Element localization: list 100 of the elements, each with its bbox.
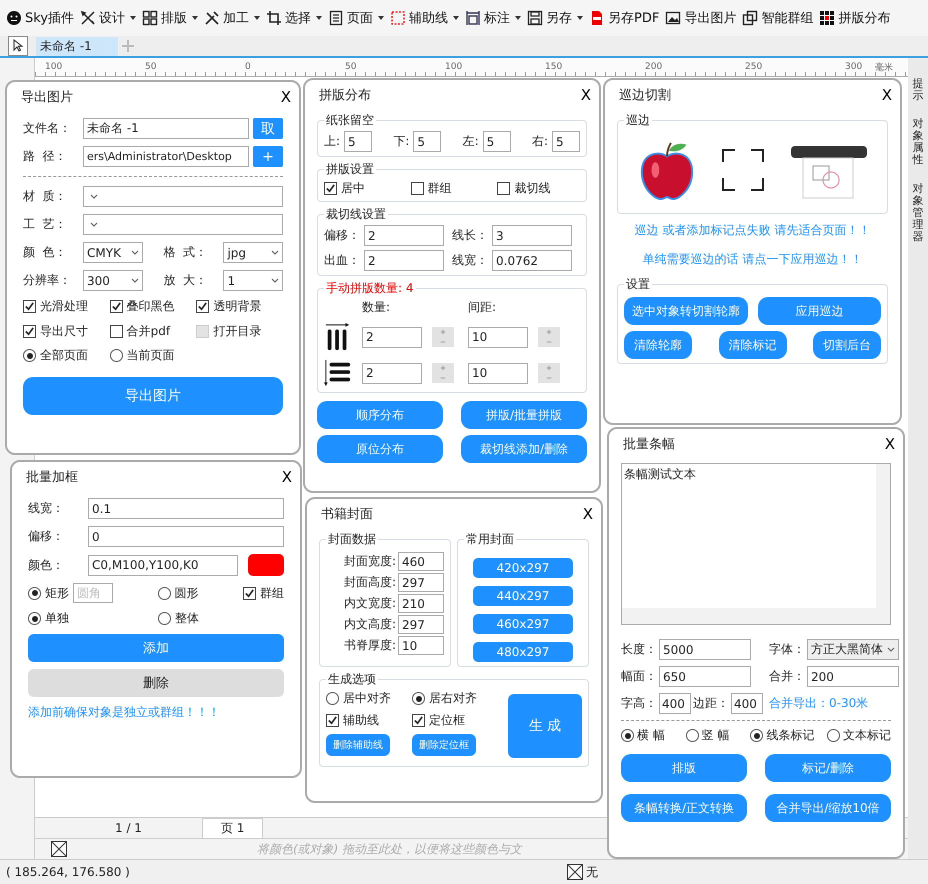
dropdown[interactable]: CMYK: [83, 242, 143, 263]
radio-button[interactable]: [750, 729, 764, 742]
chevron-icon: [271, 278, 280, 283]
group-title: 纸张留空: [325, 112, 375, 129]
input-field[interactable]: 650: [659, 666, 751, 687]
input-field[interactable]: 10: [468, 326, 528, 348]
input-field[interactable]: 5: [413, 131, 442, 152]
input-field[interactable]: 0.0762: [492, 250, 572, 271]
dropdown[interactable]: 1: [223, 270, 284, 291]
toolbar-button[interactable]: 设计: [80, 9, 136, 27]
close-button[interactable]: X: [582, 505, 593, 523]
caret-icon: [453, 16, 460, 20]
column-header: 间距:: [468, 299, 498, 316]
toolbar-button[interactable]: 排版: [142, 9, 198, 27]
toolbar-button[interactable]: 拼版分布: [819, 9, 890, 27]
radio-button[interactable]: [110, 349, 123, 362]
toolbar-button[interactable]: 辅助线: [390, 9, 460, 27]
checkbox[interactable]: [243, 586, 256, 600]
document-tab[interactable]: 未命名 -1: [36, 36, 118, 56]
radio-button[interactable]: [158, 586, 170, 600]
toolbar-button[interactable]: 另存: [527, 9, 584, 27]
checkbox-label: 透明背景: [213, 298, 262, 315]
checkbox[interactable]: [410, 182, 424, 195]
input-field[interactable]: 未命名 -1: [83, 118, 249, 139]
radio-button[interactable]: [621, 729, 634, 742]
input-field[interactable]: 5: [344, 131, 372, 152]
chevron-icon: [90, 194, 98, 199]
input-field[interactable]: 10: [398, 636, 444, 655]
checkbox[interactable]: [23, 300, 36, 313]
ruler-label: 0: [245, 62, 252, 72]
input-field[interactable]: 297: [398, 615, 444, 634]
radio-button[interactable]: [326, 692, 339, 705]
radio-button[interactable]: [28, 586, 41, 600]
input-field[interactable]: 460: [398, 552, 444, 571]
field-label: 出血：: [324, 252, 360, 269]
close-button[interactable]: X: [580, 86, 591, 104]
field-label: 线长：: [452, 227, 488, 244]
input-field[interactable]: 5000: [659, 639, 751, 660]
radio-button[interactable]: [686, 729, 699, 742]
panel-title: 批量条幅: [623, 436, 675, 453]
color-swatch[interactable]: [248, 554, 284, 576]
checkbox[interactable]: [196, 300, 210, 313]
vertical-scrollbar[interactable]: [876, 464, 890, 608]
input-field[interactable]: 2: [362, 362, 422, 384]
input-field[interactable]: 10: [468, 362, 528, 384]
field-label: 书脊厚度:: [344, 637, 396, 654]
toolbar-button[interactable]: 页面: [328, 9, 384, 27]
radio-button[interactable]: [412, 692, 425, 705]
checkbox[interactable]: [497, 182, 510, 195]
radio-button[interactable]: [827, 729, 840, 742]
input-field[interactable]: 3: [492, 225, 572, 246]
radio-button[interactable]: [158, 612, 171, 625]
text-area[interactable]: 条幅测试文本: [621, 463, 891, 625]
input-field[interactable]: 297: [398, 573, 444, 592]
pick-tool-icon[interactable]: [8, 36, 28, 56]
toolbar-button[interactable]: 选择: [266, 9, 322, 27]
toolbar-button[interactable]: 另存PDF: [589, 9, 660, 27]
checkbox[interactable]: [110, 300, 123, 313]
input-field[interactable]: 2: [364, 225, 444, 246]
input-field[interactable]: 400: [731, 693, 763, 714]
horizontal-scrollbar[interactable]: [622, 608, 890, 624]
docker-tab[interactable]: 对象管理器: [912, 182, 924, 244]
dropdown[interactable]: jpg: [223, 242, 284, 263]
checkbox[interactable]: [412, 714, 425, 727]
checkbox[interactable]: [110, 325, 123, 338]
input-field[interactable]: 200: [807, 666, 899, 687]
radio-button[interactable]: [23, 349, 36, 362]
checkbox[interactable]: [326, 714, 339, 727]
toolbar-button[interactable]: 加工: [204, 9, 260, 27]
input-field[interactable]: 2: [364, 250, 444, 271]
page-icon: [328, 10, 344, 26]
dropdown[interactable]: 300: [83, 270, 143, 291]
checkbox[interactable]: [324, 182, 337, 195]
radio-label: 居中对齐: [343, 690, 391, 707]
close-button[interactable]: X: [280, 88, 291, 106]
radio-button[interactable]: [28, 612, 41, 625]
dropdown[interactable]: 方正大黑简体: [807, 639, 899, 660]
input-field[interactable]: ers\Administrator\Desktop: [83, 146, 249, 167]
input-field[interactable]: 0.1: [88, 498, 284, 519]
docker-tab[interactable]: 提示: [912, 78, 924, 102]
page-tab[interactable]: 页 1: [202, 818, 264, 838]
checkbox[interactable]: [23, 325, 36, 338]
input-field[interactable]: 210: [398, 594, 444, 613]
input-field[interactable]: 2: [362, 326, 422, 348]
toolbar-button[interactable]: Sky插件: [6, 9, 74, 27]
input-field[interactable]: 5: [482, 131, 511, 152]
input-field[interactable]: 0: [88, 526, 284, 547]
input-field[interactable]: 400: [659, 693, 691, 714]
close-button[interactable]: X: [282, 468, 292, 486]
toolbar-button[interactable]: 标注: [465, 9, 522, 27]
toolbar-button[interactable]: 导出图片: [665, 9, 736, 27]
action-button[interactable]: 删除: [28, 669, 284, 697]
input-field[interactable]: C0,M100,Y100,K0: [88, 554, 238, 576]
field-label: 左:: [462, 133, 479, 150]
no-color-swatch-icon[interactable]: [51, 841, 67, 857]
input-field[interactable]: 5: [552, 131, 580, 152]
docker-tab[interactable]: 对象属性: [912, 118, 924, 167]
toolbar-button[interactable]: 智能群组: [742, 9, 814, 27]
close-button[interactable]: X: [882, 86, 892, 104]
close-button[interactable]: X: [884, 435, 895, 453]
